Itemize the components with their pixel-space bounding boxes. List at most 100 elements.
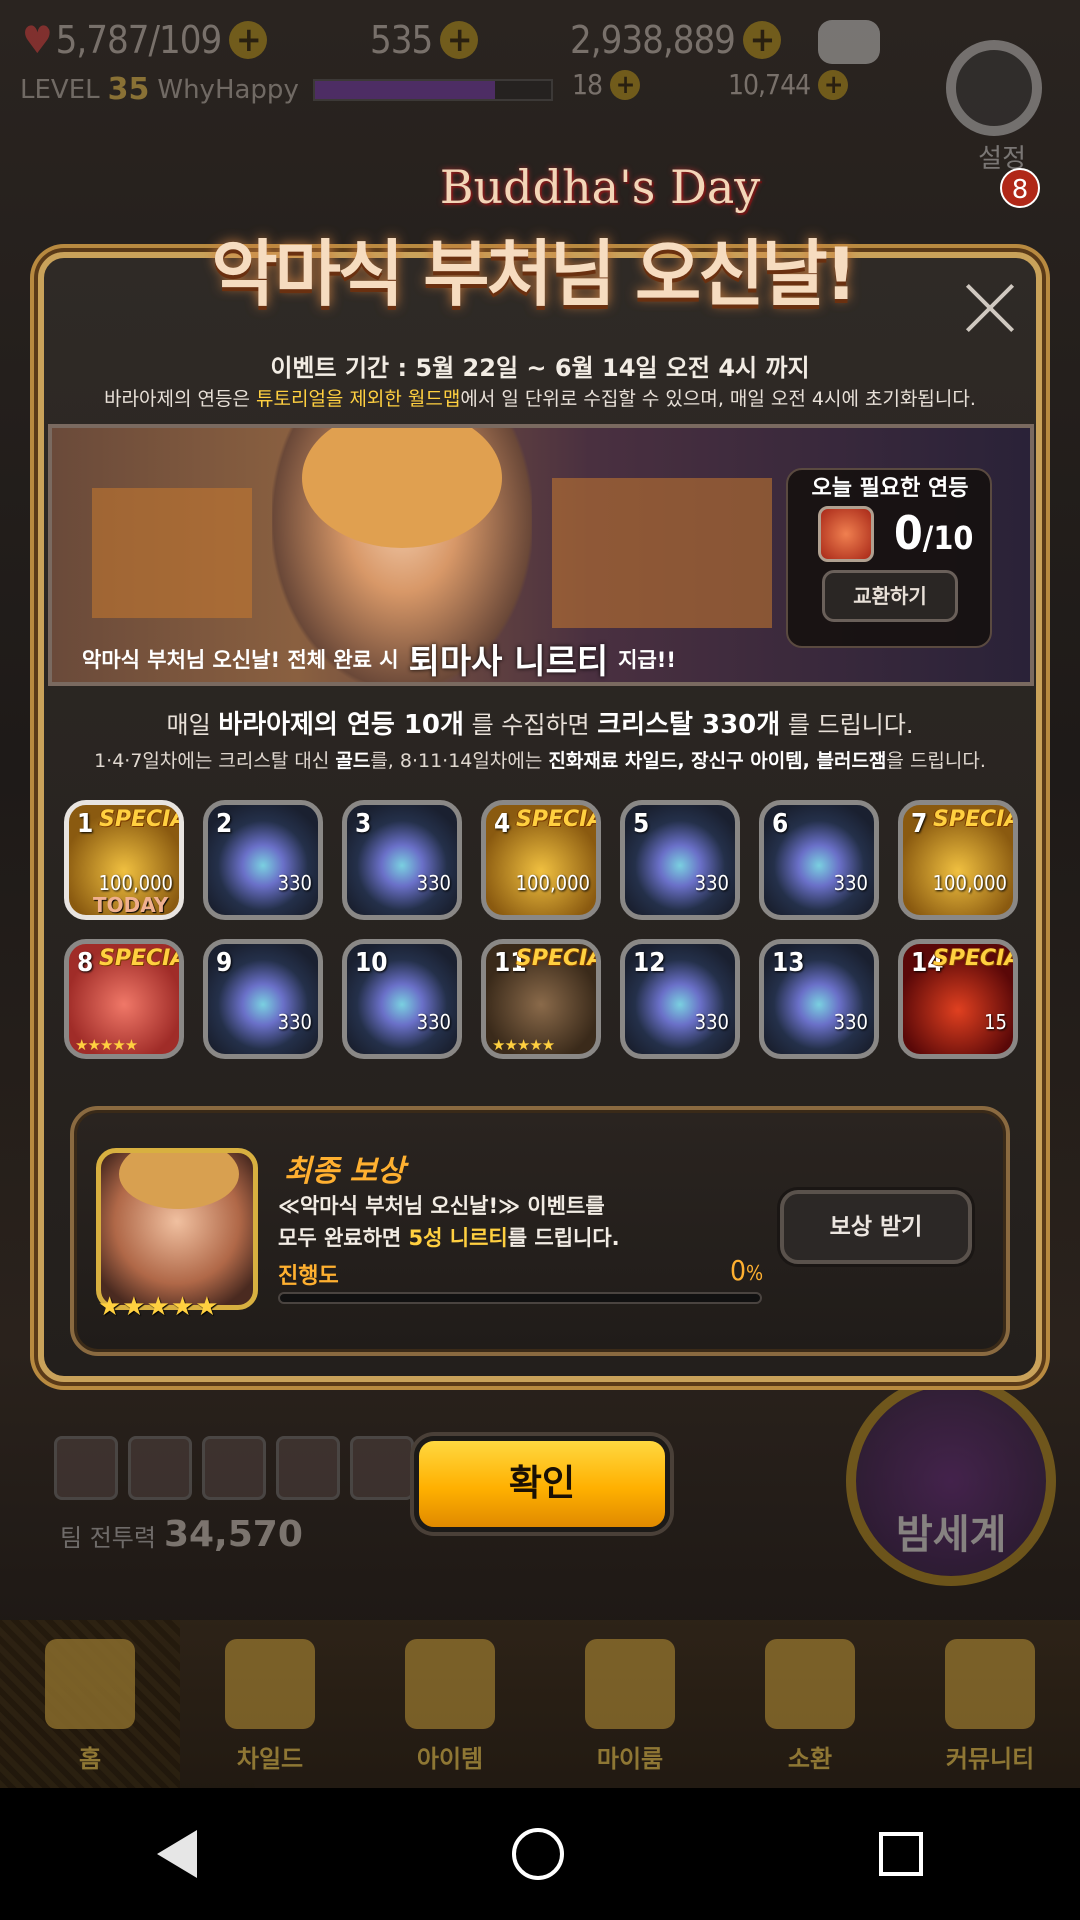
home-circle-icon[interactable]	[511, 1828, 564, 1880]
team-portraits[interactable]	[54, 1436, 414, 1500]
nav-label: 커뮤니티	[945, 1745, 1035, 1773]
desc-highlight: 5성 니르티	[408, 1226, 508, 1250]
back-triangle-icon[interactable]	[157, 1830, 198, 1878]
nav-items[interactable]: 아이템	[360, 1620, 540, 1788]
team-power: 팀 전투력 34,570	[60, 1514, 303, 1555]
final-reward-title: 최종 보상	[284, 1154, 405, 1189]
close-icon[interactable]	[962, 280, 1018, 336]
day-number: 1	[77, 809, 94, 839]
nav-child[interactable]: 차일드	[180, 1620, 360, 1788]
nav-myroom[interactable]: 마이룸	[540, 1620, 720, 1788]
level-value: 35	[107, 72, 150, 107]
add-hearts-plus-icon[interactable]: +	[229, 21, 268, 59]
day-reward-8[interactable]: 8SPECIAL! ★★★★★	[64, 939, 184, 1059]
reward-amount: 330	[694, 871, 729, 895]
note-part-bold: 진화재료 차일드, 장신구 아이템, 블러드잼	[548, 750, 887, 772]
event-subtitle: Buddha's Day	[439, 160, 761, 214]
needed-count-value: 0	[894, 506, 923, 560]
team-member-portrait[interactable]	[350, 1436, 414, 1500]
mail-badge: 8	[1000, 168, 1040, 208]
collect-item: 바라아제의 연등 10개	[218, 710, 464, 740]
gem-stat: 10,744 +	[728, 68, 849, 101]
day-reward-4[interactable]: 4SPECIAL! 100,000	[481, 800, 601, 920]
username: WhyHappy	[157, 74, 299, 105]
chat-bubble-icon[interactable]	[818, 20, 880, 64]
team-member-portrait[interactable]	[276, 1436, 340, 1500]
reward-amount: 100,000	[98, 871, 173, 895]
day-reward-13[interactable]: 13 330	[759, 939, 879, 1059]
team-member-portrait[interactable]	[128, 1436, 192, 1500]
add-red-plus-icon[interactable]: +	[610, 69, 641, 100]
event-period-note: 바라아제의 연등은 튜토리얼을 제외한 월드맵에서 일 단위로 수집할 수 있으…	[0, 384, 1080, 411]
reward-amount: 330	[416, 871, 451, 895]
day-number: 12	[633, 948, 666, 978]
day-reward-9[interactable]: 9 330	[203, 939, 323, 1059]
reward-amount: 100,000	[932, 871, 1007, 895]
collect-mid: 를 수집하면	[463, 711, 598, 739]
final-reward-desc-line2: 모두 완료하면 5성 니르티를 드립니다.	[278, 1222, 738, 1254]
final-reward-stars: ★★★★★	[98, 1292, 220, 1322]
day-reward-5[interactable]: 5 330	[620, 800, 740, 920]
note-prefix: 바라아제의 연등은	[104, 388, 256, 410]
day-reward-6[interactable]: 6 330	[759, 800, 879, 920]
event-title: 악마식 부처님 오신날!	[211, 232, 857, 316]
reward-amount: 330	[277, 1010, 312, 1034]
confirm-button[interactable]: 확인	[414, 1436, 670, 1532]
lotus-lantern-icon	[818, 506, 874, 562]
reward-amount: 330	[833, 1010, 868, 1034]
banner-window-light	[552, 478, 772, 628]
banner-window-light	[92, 488, 252, 618]
day-reward-2[interactable]: 2 330	[203, 800, 323, 920]
team-member-portrait[interactable]	[54, 1436, 118, 1500]
crown-wreath-icon	[585, 1639, 675, 1729]
final-reward-description: ≪악마식 부처님 오신날!≫ 이벤트를 모두 완료하면 5성 니르티를 드립니다…	[278, 1190, 738, 1254]
checkered-shield-icon	[945, 1639, 1035, 1729]
crystal-stat: 535 +	[370, 18, 479, 62]
needed-lanterns-title: 오늘 필요한 연등	[811, 476, 969, 501]
special-label: SPECIAL!	[516, 807, 596, 832]
day-number: 3	[355, 809, 372, 839]
day-number: 10	[355, 948, 388, 978]
day-number: 5	[633, 809, 650, 839]
team-member-portrait[interactable]	[202, 1436, 266, 1500]
event-period-label: 이벤트 기간 :	[270, 354, 408, 382]
game-screen: ♥ 5,787 /109 + 535 + 2,938,889 + LEVEL 3…	[0, 0, 1080, 1920]
recents-square-icon[interactable]	[878, 1832, 923, 1876]
collect-suffix: 를 드립니다.	[780, 711, 914, 739]
add-gold-plus-icon[interactable]: +	[742, 21, 781, 59]
day-reward-14[interactable]: 14SPECIAL!15	[898, 939, 1018, 1059]
banner-caption-character-name: 퇴마사 니르티	[408, 642, 609, 682]
day-reward-1[interactable]: 1SPECIAL! 100,000TODAY	[64, 800, 184, 920]
team-power-value: 34,570	[163, 1514, 303, 1555]
day-reward-7[interactable]: 7SPECIAL! 100,000	[898, 800, 1018, 920]
home-arch-icon	[45, 1639, 135, 1729]
nav-community[interactable]: 커뮤니티	[900, 1620, 1080, 1788]
night-world-label: 밤세계	[896, 1512, 1007, 1558]
nav-label: 차일드	[236, 1745, 304, 1773]
day-reward-11[interactable]: 11SPECIAL!★★★★★	[481, 939, 601, 1059]
final-reward-character-portrait[interactable]	[96, 1148, 258, 1310]
exchange-button[interactable]: 교환하기	[822, 570, 958, 622]
nav-label: 마이룸	[596, 1745, 664, 1773]
exp-bar-fill	[314, 80, 496, 99]
day-reward-10[interactable]: 10 330	[342, 939, 462, 1059]
flame-icon	[225, 1639, 315, 1729]
day-reward-3[interactable]: 3 330	[342, 800, 462, 920]
reward-stars: ★★★★★	[492, 1036, 555, 1054]
progress-unit: %	[746, 1261, 764, 1285]
progress-value: 0	[730, 1254, 747, 1287]
heart-icon: ♥	[22, 18, 53, 62]
team-power-label: 팀 전투력	[60, 1524, 156, 1552]
nav-label: 홈	[78, 1745, 102, 1773]
day-number: 13	[772, 948, 805, 978]
today-label: TODAY	[93, 893, 169, 917]
reward-amount: 330	[277, 871, 312, 895]
special-label: SPECIAL!	[99, 946, 179, 971]
nav-summon[interactable]: 소환	[720, 1620, 900, 1788]
claim-reward-button[interactable]: 보상 받기	[780, 1190, 972, 1264]
add-crystal-plus-icon[interactable]: +	[440, 21, 479, 59]
add-gem-plus-icon[interactable]: +	[818, 69, 849, 100]
nav-home[interactable]: 홈	[0, 1620, 180, 1788]
day-reward-12[interactable]: 12 330	[620, 939, 740, 1059]
gear-icon[interactable]	[946, 40, 1042, 136]
